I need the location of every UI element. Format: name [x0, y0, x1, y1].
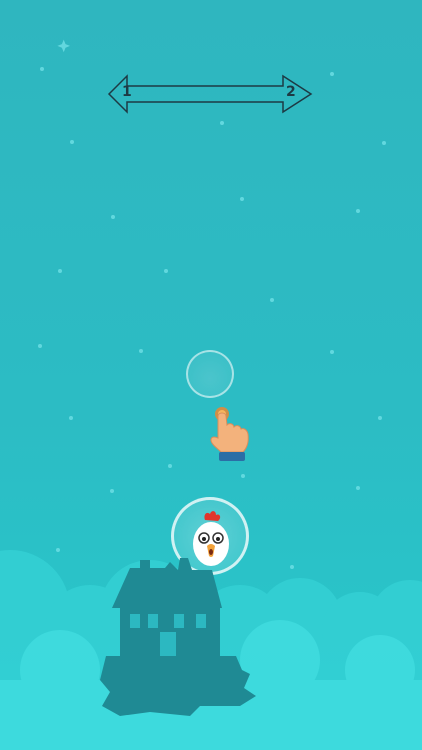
tap-hand-icon [210, 407, 249, 461]
target-bubble[interactable] [186, 350, 234, 398]
game-scene[interactable]: 1 2 [0, 0, 422, 750]
level-progress-bar [107, 74, 313, 114]
current-level-number: 1 [122, 84, 132, 100]
ground-scene [0, 550, 422, 750]
next-level-number: 2 [286, 84, 296, 100]
